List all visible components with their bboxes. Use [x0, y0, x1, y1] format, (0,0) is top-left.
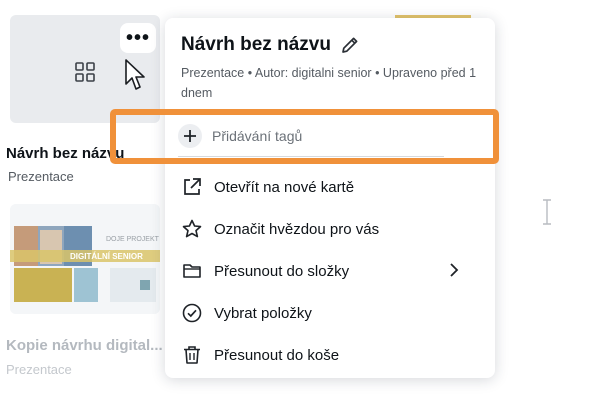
card-subtitle-2: Prezentace	[6, 362, 72, 377]
thumbnail-text-1: DOJE PROJEKT	[106, 236, 160, 243]
menu-item-select[interactable]: Vybrat položky	[181, 300, 471, 326]
design-thumbnail-2[interactable]: DOJE PROJEKT DIGITÁLNÍ SENIOR	[10, 204, 160, 314]
menu-item-star[interactable]: Označit hvězdou pro vás	[181, 216, 471, 242]
thumbnail-text-2: DIGITÁLNÍ SENIOR	[70, 252, 143, 261]
chevron-right-icon[interactable]	[448, 262, 460, 278]
design-title[interactable]: Návrh bez názvu	[181, 34, 331, 56]
menu-header: Návrh bez názvu	[181, 34, 361, 56]
card-subtitle: Prezentace	[8, 169, 74, 184]
pencil-icon[interactable]	[339, 34, 361, 56]
folder-icon	[183, 264, 201, 278]
highlight-box	[110, 109, 499, 164]
card-title-2[interactable]: Kopie návrhu digital...	[6, 337, 163, 354]
mouse-pointer-icon	[125, 59, 145, 90]
menu-item-label: Přesunout do složky	[214, 262, 350, 280]
menu-item-label: Vybrat položky	[214, 304, 312, 322]
more-options-button[interactable]: •••	[120, 23, 156, 53]
external-link-icon	[184, 178, 201, 195]
design-meta: Prezentace • Autor: digitalni senior • U…	[181, 66, 477, 100]
menu-item-label: Označit hvězdou pro vás	[214, 220, 380, 238]
menu-item-label: Otevřít na nové kartě	[214, 178, 355, 196]
thumbnail-image: DOJE PROJEKT DIGITÁLNÍ SENIOR	[10, 204, 160, 314]
trash-icon	[184, 346, 200, 364]
grid-view-icon[interactable]	[75, 62, 95, 82]
card-title[interactable]: Návrh bez názvu	[6, 145, 124, 162]
check-circle-icon	[182, 303, 202, 323]
menu-item-label: Přesunout do koše	[214, 346, 340, 364]
star-icon	[182, 219, 202, 238]
menu-item-move-to-folder[interactable]: Přesunout do složky	[181, 258, 471, 284]
text-cursor-icon	[543, 199, 551, 225]
menu-item-open-new-tab[interactable]: Otevřít na nové kartě	[181, 174, 471, 200]
menu-item-trash[interactable]: Přesunout do koše	[181, 342, 471, 368]
